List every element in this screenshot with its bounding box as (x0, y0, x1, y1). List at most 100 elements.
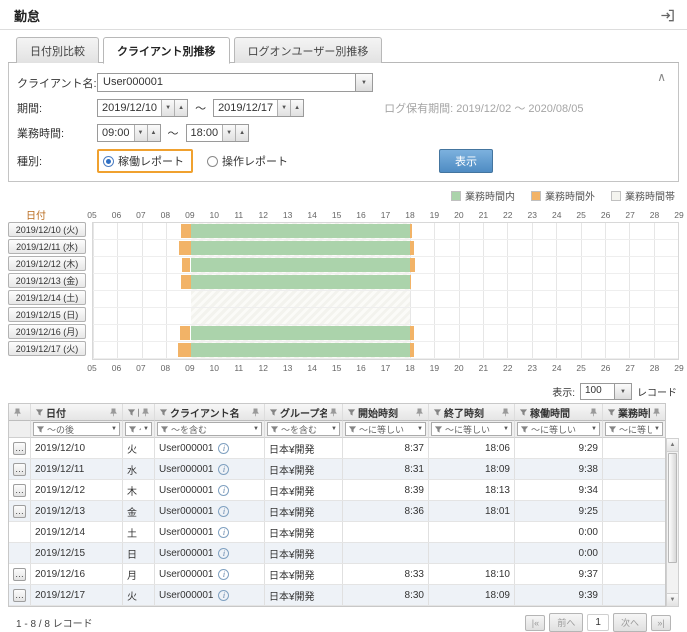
pin-icon[interactable] (141, 408, 150, 417)
spin-down-icon[interactable]: ▼ (277, 100, 290, 116)
chart-date-chip[interactable]: 2019/12/13 (金) (8, 273, 86, 288)
cell-text: 18:01 (485, 506, 510, 517)
info-icon[interactable]: i (218, 506, 229, 517)
column-filter-dropdown[interactable]: ～に等しい▼ (431, 422, 512, 436)
column-header[interactable]: クライアント名 (155, 404, 265, 421)
pin-icon[interactable] (109, 408, 118, 417)
column-filter-dropdown[interactable]: ～に等しい▼ (605, 422, 663, 436)
tab-client-trend[interactable]: クライアント別推移 (103, 37, 230, 64)
chart-date-chip[interactable]: 2019/12/15 (日) (8, 307, 86, 322)
pin-icon[interactable] (589, 408, 598, 417)
column-header[interactable]: 業務時間内 (603, 404, 665, 421)
chevron-down-icon[interactable]: ▼ (614, 384, 631, 399)
column-filter-dropdown[interactable]: ～に等しい▼ (517, 422, 600, 436)
column-filter-dropdown[interactable]: ～を含む▼ (157, 422, 262, 436)
radio-icon[interactable] (207, 156, 218, 167)
spin-down-icon[interactable]: ▼ (222, 125, 235, 141)
column-header[interactable]: グループ名 (265, 404, 343, 421)
current-page[interactable]: 1 (587, 614, 609, 631)
scrollbar-track[interactable] (667, 452, 678, 593)
next-page-button[interactable]: 次へ (613, 613, 647, 632)
funnel-icon[interactable] (159, 408, 168, 417)
funnel-icon[interactable] (347, 408, 356, 417)
prev-page-button[interactable]: 前へ (549, 613, 583, 632)
last-page-button[interactable]: »| (651, 615, 671, 631)
chart-date-chip[interactable]: 2019/12/11 (水) (8, 239, 86, 254)
period-to-input[interactable]: 2019/12/17 ▼ ▲ (213, 99, 304, 117)
info-icon[interactable]: i (218, 443, 229, 454)
column-header[interactable]: 終了時刻 (429, 404, 515, 421)
first-page-button[interactable]: |« (525, 615, 545, 631)
row-actions-button[interactable]: … (13, 484, 26, 497)
chart-date-chip[interactable]: 2019/12/16 (月) (8, 324, 86, 339)
info-icon[interactable]: i (218, 464, 229, 475)
pin-icon[interactable] (652, 408, 661, 417)
info-icon[interactable]: i (218, 548, 229, 559)
period-from-input[interactable]: 2019/12/10 ▼ ▲ (97, 99, 188, 117)
collapse-icon[interactable]: ∧ (657, 70, 666, 84)
show-button[interactable]: 表示 (439, 149, 493, 173)
spin-up-icon[interactable]: ▲ (290, 100, 303, 116)
radio-icon[interactable] (103, 156, 114, 167)
tab-logon-user-trend[interactable]: ログオンユーザー別推移 (234, 37, 383, 63)
client-name-select[interactable]: User000001 ▼ (97, 73, 373, 92)
spin-up-icon[interactable]: ▲ (174, 100, 187, 116)
tab-date-comparison[interactable]: 日付別比較 (16, 37, 99, 63)
funnel-icon[interactable] (608, 425, 617, 434)
funnel-icon[interactable] (520, 425, 529, 434)
funnel-icon[interactable] (160, 425, 169, 434)
radio-operation-report[interactable]: 操作レポート (207, 153, 288, 169)
row-actions-button[interactable]: … (13, 463, 26, 476)
scroll-up-icon[interactable]: ▲ (667, 439, 678, 452)
chart-date-chip[interactable]: 2019/12/12 (木) (8, 256, 86, 271)
column-header[interactable]: 曜日 (123, 404, 155, 421)
row-actions-button[interactable]: … (13, 505, 26, 518)
exit-icon[interactable] (660, 8, 675, 23)
funnel-icon[interactable] (36, 425, 45, 434)
row-actions-button[interactable]: … (13, 568, 26, 581)
funnel-icon[interactable] (127, 408, 136, 417)
chart-date-chip[interactable]: 2019/12/10 (火) (8, 222, 86, 237)
spin-down-icon[interactable]: ▼ (161, 100, 174, 116)
funnel-icon[interactable] (348, 425, 357, 434)
column-filter-dropdown[interactable]: ～を含む▼ (267, 422, 340, 436)
vertical-scrollbar[interactable]: ▲ ▼ (666, 438, 679, 607)
funnel-icon[interactable] (128, 425, 137, 434)
column-filter-dropdown[interactable]: ～を含む▼ (125, 422, 152, 436)
info-icon[interactable]: i (218, 485, 229, 496)
funnel-icon[interactable] (270, 425, 279, 434)
funnel-icon[interactable] (607, 408, 616, 417)
scrollbar-thumb[interactable] (668, 453, 677, 563)
info-icon[interactable]: i (218, 590, 229, 601)
column-header[interactable]: 日付 (31, 404, 123, 421)
scroll-down-icon[interactable]: ▼ (667, 593, 678, 606)
pin-icon[interactable] (13, 408, 22, 417)
funnel-icon[interactable] (433, 408, 442, 417)
info-icon[interactable]: i (218, 569, 229, 580)
spin-up-icon[interactable]: ▲ (235, 125, 248, 141)
pin-icon[interactable] (415, 408, 424, 417)
column-header[interactable]: 稼働時間 (515, 404, 603, 421)
pin-icon[interactable] (501, 408, 510, 417)
pin-icon[interactable] (329, 408, 338, 417)
per-page-select[interactable]: 100 ▼ (580, 383, 632, 400)
radio-working-report[interactable]: 稼働レポート (97, 149, 193, 173)
column-header[interactable]: 開始時刻 (343, 404, 429, 421)
funnel-icon[interactable] (519, 408, 528, 417)
funnel-icon[interactable] (269, 408, 278, 417)
info-icon[interactable]: i (218, 527, 229, 538)
spin-down-icon[interactable]: ▼ (134, 125, 147, 141)
funnel-icon[interactable] (35, 408, 44, 417)
hours-to-input[interactable]: 18:00 ▼ ▲ (186, 124, 250, 142)
pin-icon[interactable] (251, 408, 260, 417)
row-actions-button[interactable]: … (13, 442, 26, 455)
chart-date-chip[interactable]: 2019/12/17 (火) (8, 341, 86, 356)
chart-date-chip[interactable]: 2019/12/14 (土) (8, 290, 86, 305)
funnel-icon[interactable] (434, 425, 443, 434)
row-actions-button[interactable]: … (13, 589, 26, 602)
column-filter-dropdown[interactable]: ～に等しい▼ (345, 422, 426, 436)
column-filter-dropdown[interactable]: ～の後▼ (33, 422, 120, 436)
hours-from-input[interactable]: 09:00 ▼ ▲ (97, 124, 161, 142)
chevron-down-icon[interactable]: ▼ (355, 74, 372, 91)
spin-up-icon[interactable]: ▲ (147, 125, 160, 141)
